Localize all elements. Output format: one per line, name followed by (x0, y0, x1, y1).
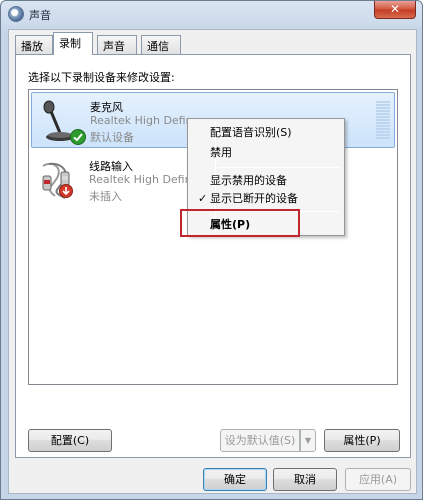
title-bar[interactable]: 声音 ✕ (1, 1, 422, 27)
recording-panel: 选择以下录制设备来修改设置: 麦克风 Realtek High Defin 默认… (15, 54, 411, 458)
menu-item-show-disconnected[interactable]: ✓ 显示已断开的设备 (190, 189, 342, 209)
highlight-annotation-box (180, 209, 300, 237)
apply-button[interactable]: 应用(A) (345, 468, 411, 491)
tab-sounds[interactable]: 声音 (97, 35, 137, 54)
menu-item-disable[interactable]: 禁用 (190, 143, 342, 163)
menu-item-configure-speech[interactable]: 配置语音识别(S) (190, 123, 342, 143)
ok-button[interactable]: 确定 (203, 468, 267, 491)
menu-item-label: 显示已断开的设备 (210, 192, 298, 205)
window-title: 声音 (29, 9, 51, 22)
chevron-down-icon[interactable]: ▼ (300, 429, 316, 452)
checkmark-icon: ✓ (198, 192, 208, 205)
menu-separator (218, 167, 340, 168)
sound-dialog-window: 声音 ✕ 播放 录制 声音 通信 选择以下录制设备来修改设置: 麦克风 Real… (0, 0, 423, 500)
properties-button[interactable]: 属性(P) (324, 429, 400, 452)
dialog-client-area: 播放 录制 声音 通信 选择以下录制设备来修改设置: 麦克风 Realtek H… (8, 29, 417, 494)
device-name: 线路输入 (89, 160, 133, 173)
device-driver: Realtek High Defin (89, 173, 192, 186)
menu-item-show-disabled[interactable]: 显示禁用的设备 (190, 171, 342, 191)
menu-item-label: 配置语音识别(S) (210, 126, 292, 139)
menu-item-label: 显示禁用的设备 (210, 174, 287, 187)
tab-playback[interactable]: 播放 (15, 35, 53, 54)
instruction-text: 选择以下录制设备来修改设置: (28, 71, 175, 84)
set-default-button[interactable]: 设为默认值(S) (220, 429, 300, 452)
default-check-icon (70, 129, 86, 145)
device-status: 未插入 (89, 190, 122, 203)
level-meter (376, 101, 390, 141)
tab-communications[interactable]: 通信 (141, 35, 181, 54)
configure-button[interactable]: 配置(C) (28, 429, 112, 452)
close-button[interactable]: ✕ (374, 1, 416, 19)
tab-recording[interactable]: 录制 (53, 32, 93, 55)
device-status: 默认设备 (90, 131, 134, 144)
cancel-button[interactable]: 取消 (273, 468, 337, 491)
device-name: 麦克风 (90, 101, 123, 114)
unplugged-arrow-icon (59, 184, 73, 198)
menu-item-label: 禁用 (210, 146, 232, 159)
speaker-icon (8, 6, 24, 22)
device-driver: Realtek High Defin (90, 114, 193, 127)
